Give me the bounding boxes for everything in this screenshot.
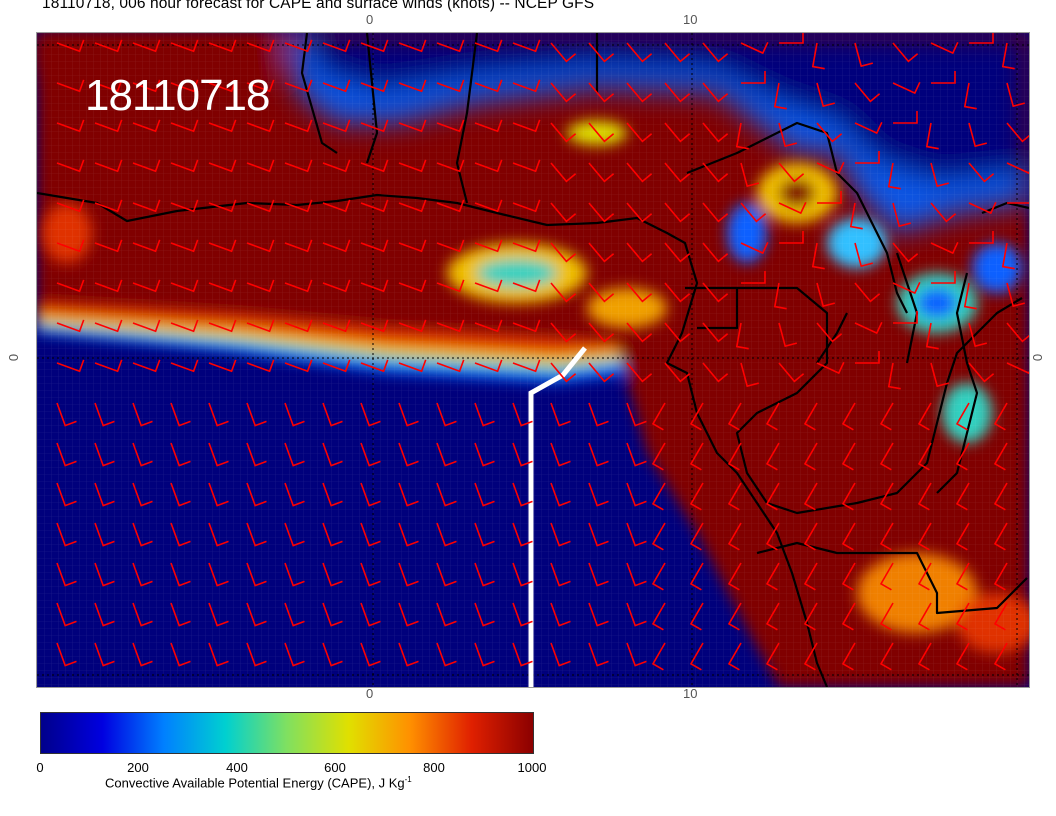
colorbar-tick-200: 200 — [127, 760, 149, 775]
colorbar-tick-600: 600 — [324, 760, 346, 775]
right-axis-tick-0: 0 — [1030, 353, 1046, 362]
map-panel: 18110718 — [36, 32, 1030, 688]
left-axis-tick-0: 0 — [6, 353, 22, 362]
timestamp-label: 18110718 — [85, 71, 270, 120]
colorbar-label: Convective Available Potential Energy (C… — [105, 775, 412, 791]
bottom-axis-tick-0: 0 — [366, 686, 374, 701]
bottom-axis-tick-10: 10 — [683, 686, 698, 701]
cape-colorbar — [40, 712, 534, 754]
top-axis-tick-0: 0 — [366, 12, 374, 27]
colorbar-tick-400: 400 — [226, 760, 248, 775]
chart-title: 18110718, 006 hour forecast for CAPE and… — [42, 0, 595, 12]
cape-map — [37, 33, 1029, 687]
top-axis-tick-10: 10 — [683, 12, 698, 27]
colorbar-tick-1000: 1000 — [517, 760, 547, 775]
colorbar-tick-0: 0 — [36, 760, 44, 775]
colorbar-tick-800: 800 — [423, 760, 445, 775]
